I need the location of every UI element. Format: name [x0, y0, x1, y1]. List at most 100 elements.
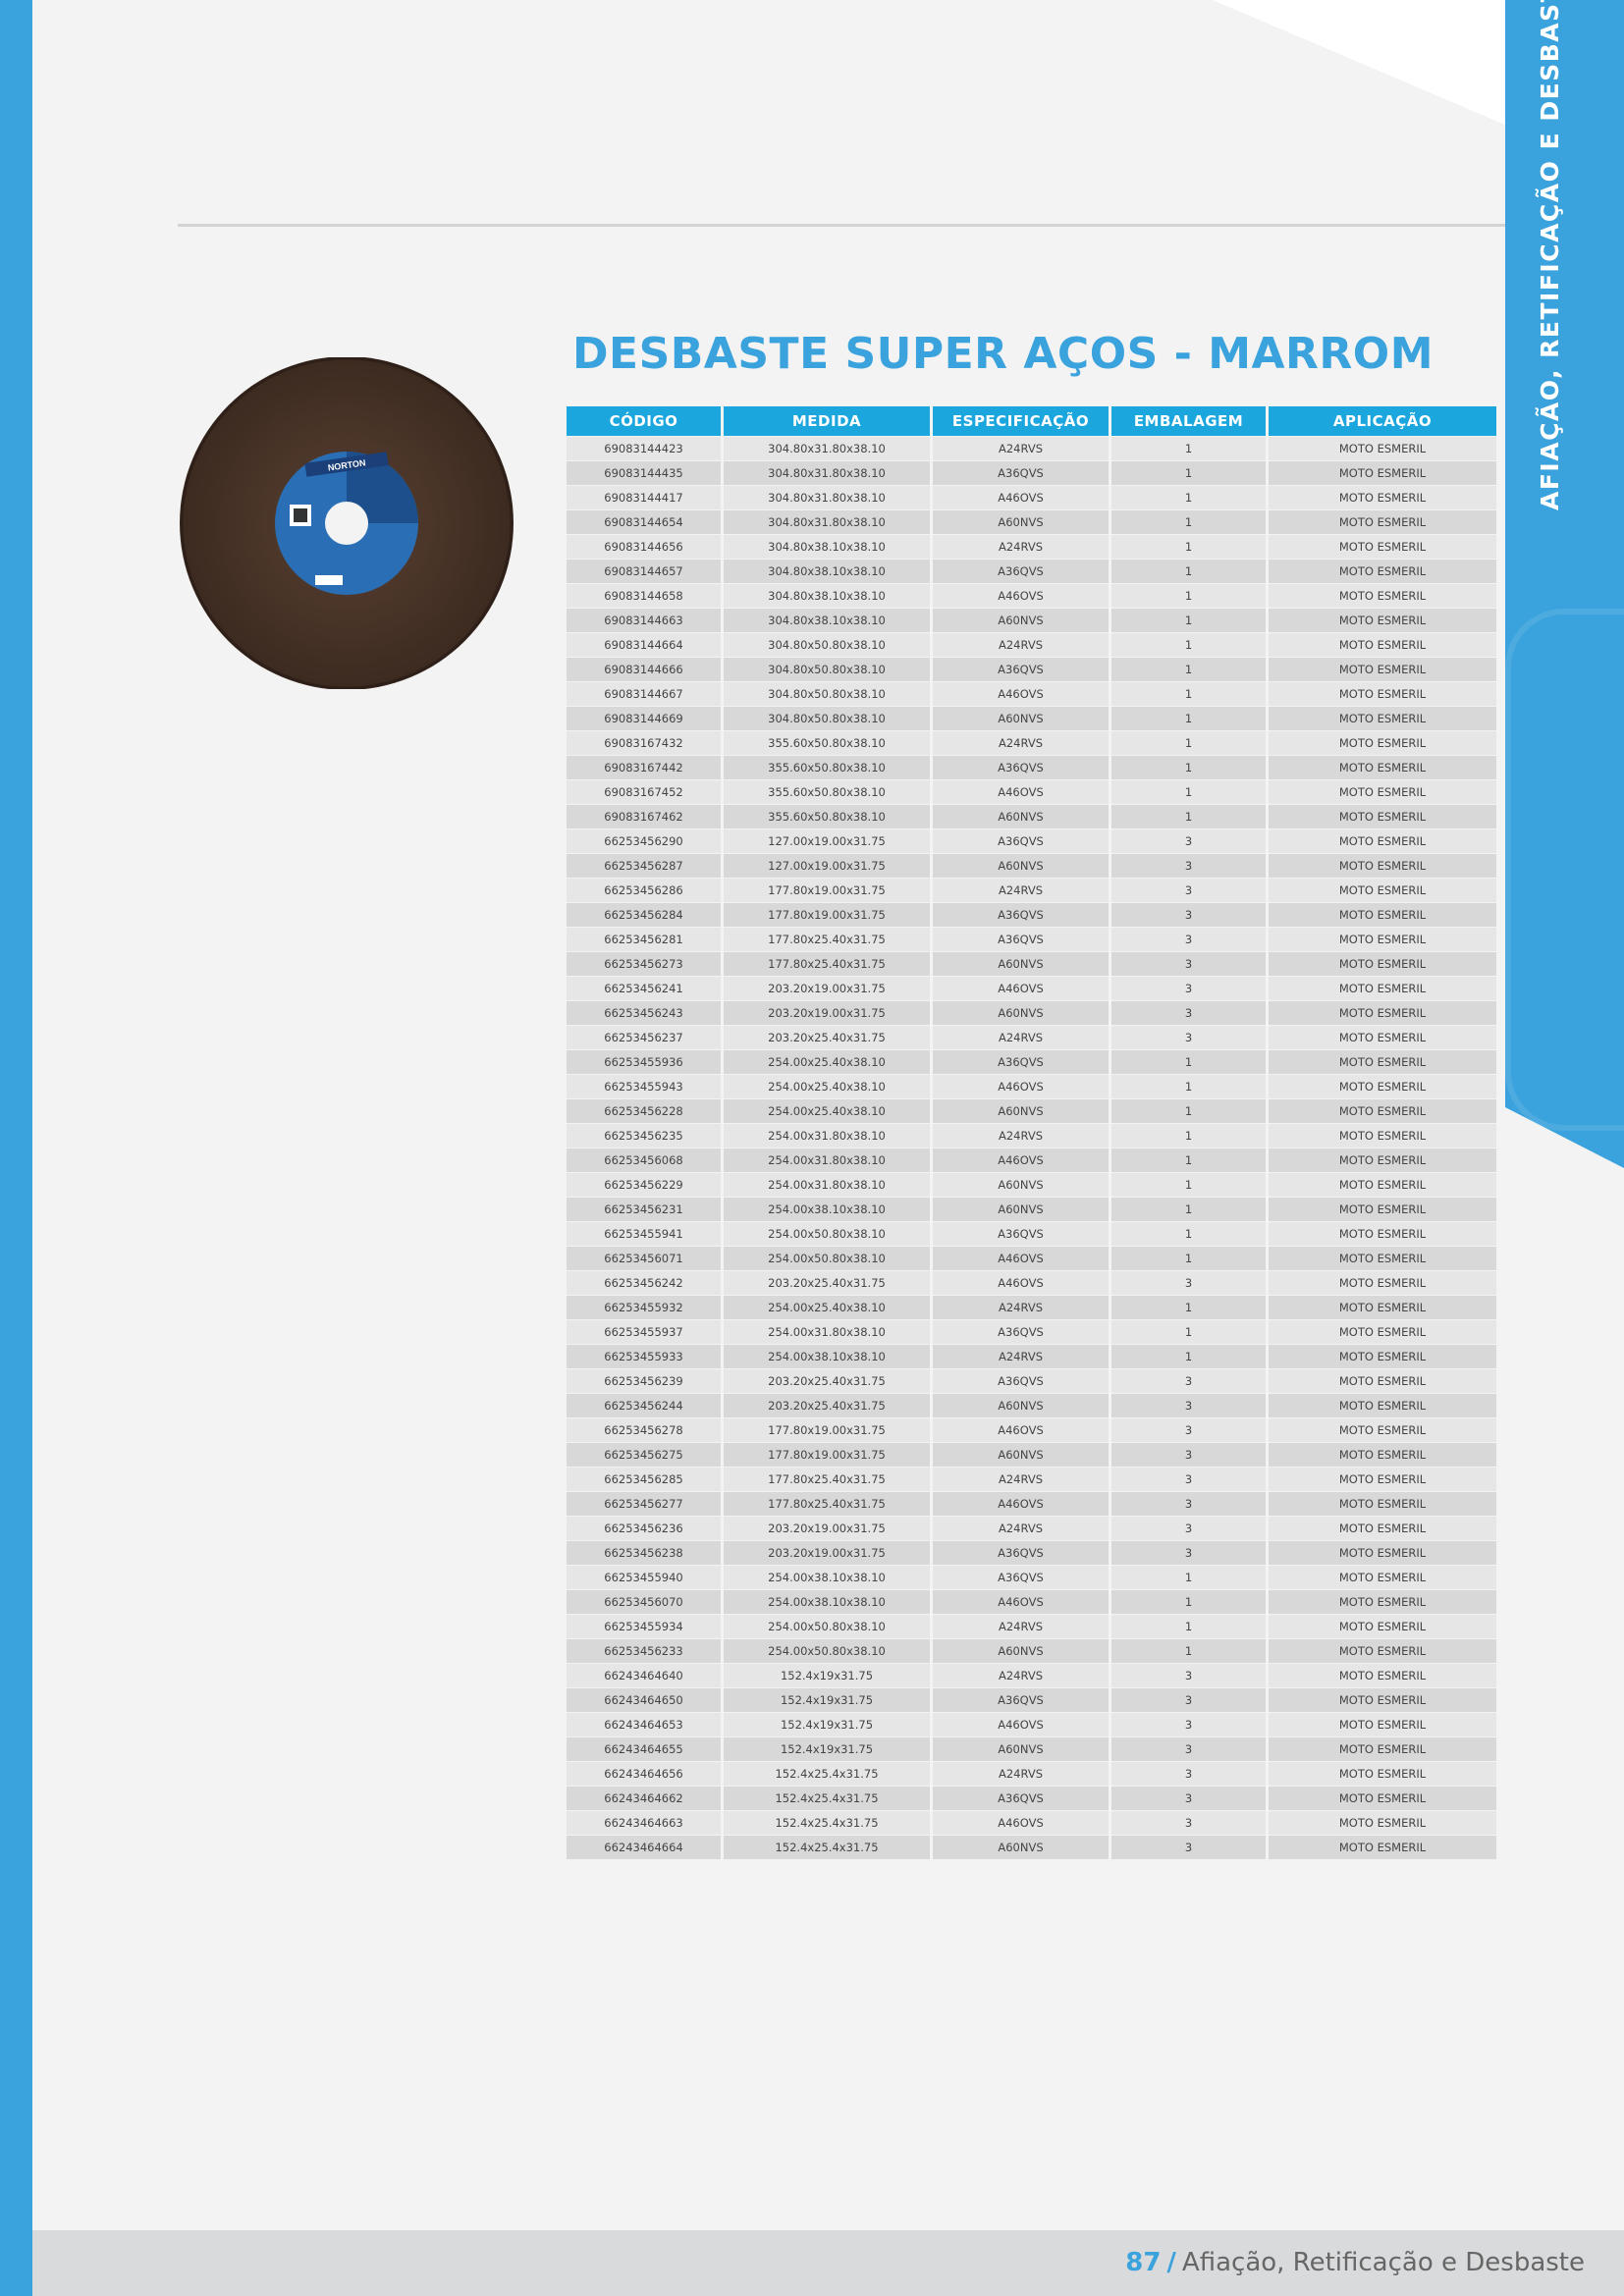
cell-codigo: 66253456228 — [567, 1098, 723, 1124]
table-row: 69083144423 304.80x31.80x38.10 A24RVS 1 MOTO… — [567, 436, 1496, 461]
cell-embalagem: 1 — [1109, 804, 1268, 829]
cell-especificacao: A24RVS — [930, 1516, 1110, 1541]
table-row: 66243464650 152.4x19x31.75 A36QVS 3 MOTO ESM… — [567, 1687, 1496, 1713]
table-row: 66253456281 177.80x25.40x31.75 A36QVS 3 MOTO… — [567, 927, 1496, 952]
cell-medida: 203.20x19.00x31.75 — [721, 1516, 932, 1541]
table-header-row: CÓDIGO MEDIDA ESPECIFICAÇÃO EMBALAGEM AP… — [567, 406, 1496, 437]
cell-medida: 177.80x19.00x31.75 — [721, 1442, 932, 1468]
cell-medida: 152.4x19x31.75 — [721, 1712, 932, 1737]
cell-codigo: 66253455936 — [567, 1049, 723, 1075]
cell-especificacao: A24RVS — [930, 1025, 1110, 1050]
page-title: DESBASTE SUPER AÇOS - MARROM — [572, 329, 1434, 379]
cell-aplicacao: MOTO ESMERIL — [1266, 1123, 1496, 1148]
cell-medida: 304.80x31.80x38.10 — [721, 436, 932, 461]
cell-aplicacao: MOTO ESMERIL — [1266, 1467, 1496, 1492]
side-tab-watermark — [1505, 609, 1624, 1131]
header-especificacao: ESPECIFICAÇÃO — [930, 406, 1110, 437]
cell-medida: 152.4x19x31.75 — [721, 1736, 932, 1762]
cell-especificacao: A46OVS — [930, 1417, 1110, 1443]
table-row: 69083167442 355.60x50.80x38.10 A36QVS 1 MOTO… — [567, 755, 1496, 780]
cell-medida: 254.00x38.10x38.10 — [721, 1565, 932, 1590]
cell-codigo: 69083144417 — [567, 485, 723, 510]
table-row: 66253455940 254.00x38.10x38.10 A36QVS 1 MOTO… — [567, 1565, 1496, 1590]
cell-especificacao: A36QVS — [930, 902, 1110, 928]
cell-medida: 203.20x25.40x31.75 — [721, 1393, 932, 1418]
cell-especificacao: A24RVS — [930, 878, 1110, 903]
cell-medida: 304.80x38.10x38.10 — [721, 534, 932, 560]
cell-medida: 355.60x50.80x38.10 — [721, 755, 932, 780]
table-row: 66253456231 254.00x38.10x38.10 A60NVS 1 MOTO… — [567, 1197, 1496, 1222]
left-accent-bar — [0, 0, 32, 2296]
cell-medida: 304.80x50.80x38.10 — [721, 632, 932, 658]
cell-embalagem: 3 — [1109, 1663, 1268, 1688]
cell-codigo: 69083144656 — [567, 534, 723, 560]
cell-embalagem: 3 — [1109, 1368, 1268, 1394]
cell-embalagem: 1 — [1109, 755, 1268, 780]
cell-especificacao: A60NVS — [930, 1197, 1110, 1222]
product-table: CÓDIGO MEDIDA ESPECIFICAÇÃO EMBALAGEM AP… — [567, 406, 1496, 1859]
cell-embalagem: 1 — [1109, 1246, 1268, 1271]
cell-embalagem: 1 — [1109, 706, 1268, 731]
cell-codigo: 66253456273 — [567, 951, 723, 977]
cell-especificacao: A60NVS — [930, 1442, 1110, 1468]
table-row: 69083144666 304.80x50.80x38.10 A36QVS 1 MOTO… — [567, 657, 1496, 682]
disc-center-hole — [325, 502, 368, 545]
cell-aplicacao: MOTO ESMERIL — [1266, 1270, 1496, 1296]
cell-embalagem: 3 — [1109, 927, 1268, 952]
table-row: 69083144658 304.80x38.10x38.10 A46OVS 1 MOTO… — [567, 583, 1496, 609]
page-number: 87 — [1125, 2248, 1162, 2277]
table-row: 66253455937 254.00x31.80x38.10 A36QVS 1 MOTO… — [567, 1319, 1496, 1345]
cell-aplicacao: MOTO ESMERIL — [1266, 976, 1496, 1001]
cell-embalagem: 1 — [1109, 534, 1268, 560]
cell-aplicacao: MOTO ESMERIL — [1266, 1687, 1496, 1713]
cell-especificacao: A46OVS — [930, 779, 1110, 805]
cell-embalagem: 3 — [1109, 951, 1268, 977]
cell-especificacao: A36QVS — [930, 1540, 1110, 1566]
table-row: 66243464653 152.4x19x31.75 A46OVS 3 MOTO ESM… — [567, 1712, 1496, 1737]
cell-embalagem: 3 — [1109, 1270, 1268, 1296]
cell-embalagem: 1 — [1109, 1589, 1268, 1615]
table-row: 69083144435 304.80x31.80x38.10 A36QVS 1 MOTO… — [567, 460, 1496, 486]
cell-aplicacao: MOTO ESMERIL — [1266, 1172, 1496, 1198]
cell-medida: 203.20x25.40x31.75 — [721, 1270, 932, 1296]
cell-embalagem: 1 — [1109, 632, 1268, 658]
cell-codigo: 69083144669 — [567, 706, 723, 731]
cell-especificacao: A46OVS — [930, 1589, 1110, 1615]
cell-codigo: 69083144664 — [567, 632, 723, 658]
cell-codigo: 66253455940 — [567, 1565, 723, 1590]
cell-medida: 254.00x38.10x38.10 — [721, 1344, 932, 1369]
cell-especificacao: A46OVS — [930, 1810, 1110, 1836]
cell-aplicacao: MOTO ESMERIL — [1266, 1319, 1496, 1345]
cell-aplicacao: MOTO ESMERIL — [1266, 559, 1496, 584]
cell-medida: 254.00x38.10x38.10 — [721, 1589, 932, 1615]
cell-aplicacao: MOTO ESMERIL — [1266, 681, 1496, 707]
cell-especificacao: A24RVS — [930, 534, 1110, 560]
cell-codigo: 66253456284 — [567, 902, 723, 928]
side-section-label: AFIAÇÃO, RETIFICAÇÃO E DESBASTE — [1536, 0, 1564, 510]
cell-aplicacao: MOTO ESMERIL — [1266, 1393, 1496, 1418]
cell-aplicacao: MOTO ESMERIL — [1266, 1197, 1496, 1222]
table-row: 66253456244 203.20x25.40x31.75 A60NVS 3 MOTO… — [567, 1393, 1496, 1418]
cell-aplicacao: MOTO ESMERIL — [1266, 1614, 1496, 1639]
table-row: 69083144656 304.80x38.10x38.10 A24RVS 1 MOTO… — [567, 534, 1496, 560]
table-row: 69083144669 304.80x50.80x38.10 A60NVS 1 MOTO… — [567, 706, 1496, 731]
side-section-tab — [1505, 0, 1624, 1168]
table-row: 66253455934 254.00x50.80x38.10 A24RVS 1 MOTO… — [567, 1614, 1496, 1639]
cell-especificacao: A46OVS — [930, 583, 1110, 609]
cell-especificacao: A36QVS — [930, 460, 1110, 486]
footer-section-title: Afiação, Retificação e Desbaste — [1181, 2248, 1585, 2277]
cell-embalagem: 3 — [1109, 1491, 1268, 1517]
table-row: 66243464664 152.4x25.4x31.75 A60NVS 3 MOTO E… — [567, 1835, 1496, 1859]
cell-especificacao: A36QVS — [930, 559, 1110, 584]
cell-embalagem: 1 — [1109, 460, 1268, 486]
cell-codigo: 66253456071 — [567, 1246, 723, 1271]
cell-aplicacao: MOTO ESMERIL — [1266, 1025, 1496, 1050]
table-row: 69083167432 355.60x50.80x38.10 A24RVS 1 MOTO… — [567, 730, 1496, 756]
cell-medida: 254.00x31.80x38.10 — [721, 1319, 932, 1345]
cell-aplicacao: MOTO ESMERIL — [1266, 951, 1496, 977]
table-row: 66253456228 254.00x25.40x38.10 A60NVS 1 MOTO… — [567, 1098, 1496, 1124]
cell-medida: 254.00x31.80x38.10 — [721, 1123, 932, 1148]
cell-aplicacao: MOTO ESMERIL — [1266, 1638, 1496, 1664]
table-row: 66253456238 203.20x19.00x31.75 A36QVS 3 MOTO… — [567, 1540, 1496, 1566]
cell-codigo: 66253456285 — [567, 1467, 723, 1492]
